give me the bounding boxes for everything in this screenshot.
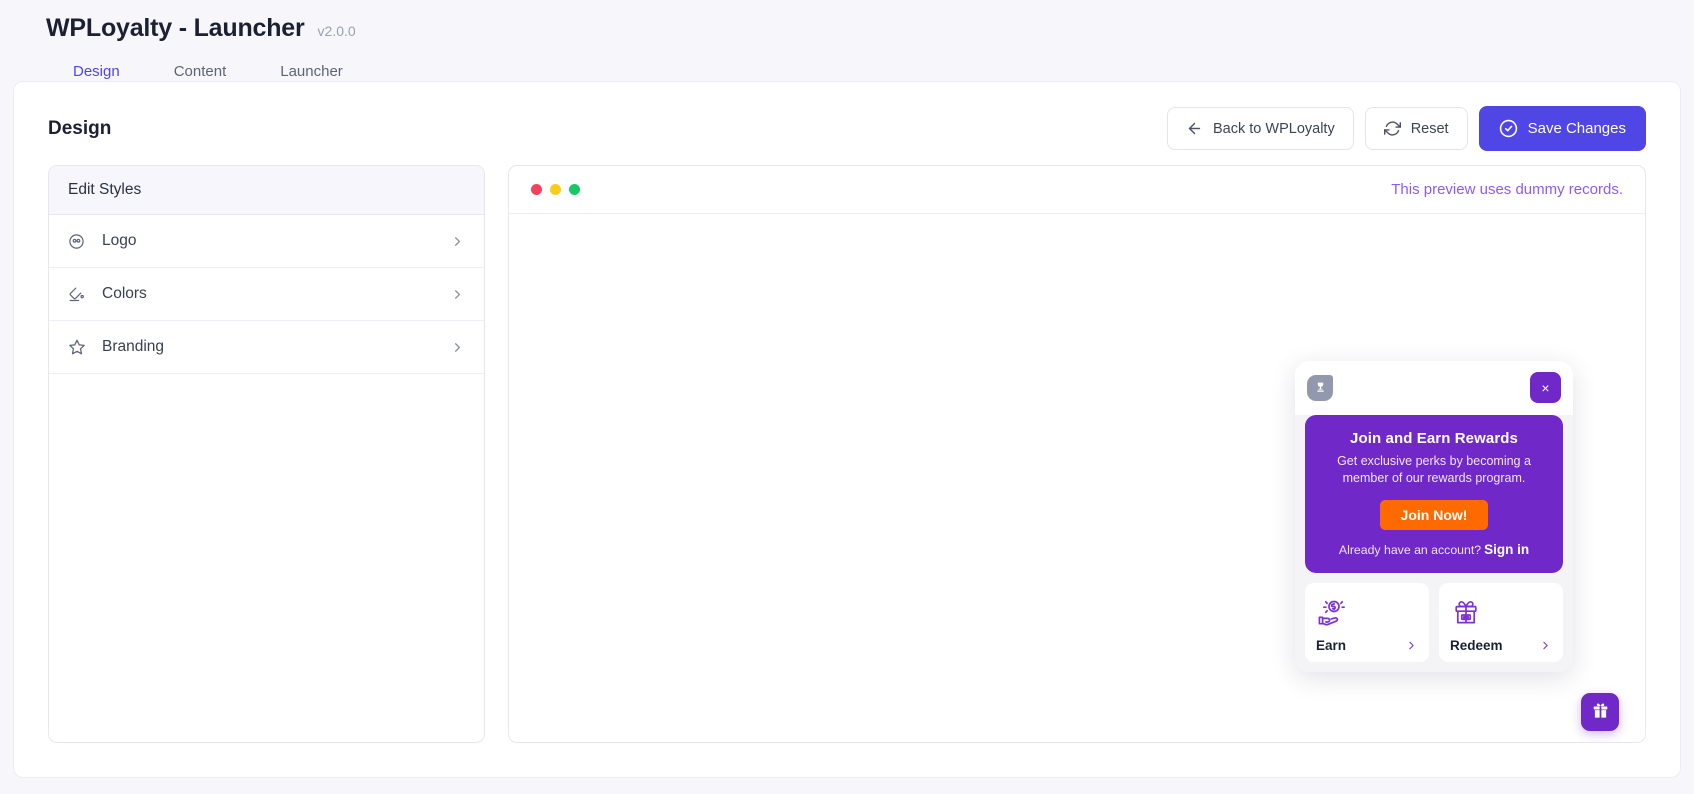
body-row: Edit Styles Logo Colors Branding This pr… bbox=[14, 151, 1680, 743]
already-have-account-label: Already have an account? bbox=[1338, 543, 1482, 557]
launcher-widget: × Join and Earn Rewards Get exclusive pe… bbox=[1295, 361, 1573, 672]
toolbar: Back to WPLoyalty Reset Save Changes bbox=[1167, 106, 1646, 151]
widget-tiles: Earn Redeem bbox=[1305, 583, 1563, 662]
chevron-right-icon bbox=[450, 340, 465, 355]
tile-label: Redeem bbox=[1450, 638, 1503, 653]
chevron-right-icon bbox=[1539, 639, 1552, 652]
hand-coin-icon bbox=[1316, 594, 1418, 632]
edit-styles-panel: Edit Styles Logo Colors Branding bbox=[48, 165, 485, 743]
sidebar-item-colors[interactable]: Colors bbox=[49, 268, 484, 321]
page-title: WPLoyalty - Launcher bbox=[46, 14, 305, 42]
paint-bucket-icon bbox=[68, 286, 90, 303]
join-now-button[interactable]: Join Now! bbox=[1380, 500, 1488, 530]
sign-in-link[interactable]: Sign in bbox=[1484, 542, 1529, 557]
chevron-right-icon bbox=[450, 234, 465, 249]
window-maximize-dot bbox=[569, 184, 580, 195]
sidebar-item-logo[interactable]: Logo bbox=[49, 215, 484, 268]
chevron-right-icon bbox=[1405, 639, 1418, 652]
star-icon bbox=[68, 338, 90, 356]
version-label: v2.0.0 bbox=[317, 23, 356, 39]
join-card-description: Get exclusive perks by becoming a member… bbox=[1337, 454, 1531, 486]
chevron-right-icon bbox=[450, 287, 465, 302]
widget-close-button[interactable]: × bbox=[1530, 372, 1561, 404]
arrow-left-icon bbox=[1186, 120, 1203, 137]
widget-header: × bbox=[1295, 361, 1573, 416]
reset-button-label: Reset bbox=[1410, 120, 1449, 137]
redeem-tile-footer: Redeem bbox=[1450, 638, 1552, 653]
gift-icon bbox=[1591, 701, 1610, 723]
check-circle-icon bbox=[1499, 119, 1518, 138]
logo-icon bbox=[68, 233, 90, 250]
sidebar-item-label: Logo bbox=[102, 232, 137, 249]
section-title: Design bbox=[48, 117, 112, 139]
preview-panel: This preview uses dummy records. × Join … bbox=[508, 165, 1646, 743]
reset-button[interactable]: Reset bbox=[1364, 107, 1468, 150]
back-to-wployalty-button[interactable]: Back to WPLoyalty bbox=[1167, 107, 1354, 150]
preview-titlebar: This preview uses dummy records. bbox=[509, 166, 1645, 214]
title-row: WPLoyalty - Launcher v2.0.0 bbox=[46, 14, 1694, 43]
sidebar-item-label: Branding bbox=[102, 338, 165, 355]
main-panel: Design Back to WPLoyalty Reset Save Chan… bbox=[13, 81, 1681, 778]
window-dots bbox=[531, 184, 580, 195]
earn-tile[interactable]: Earn bbox=[1305, 583, 1429, 662]
window-close-dot bbox=[531, 184, 542, 195]
sidebar-item-label: Colors bbox=[102, 285, 147, 302]
save-changes-button[interactable]: Save Changes bbox=[1478, 106, 1646, 151]
edit-styles-heading: Edit Styles bbox=[49, 166, 484, 215]
preview-note: This preview uses dummy records. bbox=[1391, 181, 1623, 198]
launcher-fab-button[interactable] bbox=[1581, 693, 1619, 731]
sidebar-item-branding[interactable]: Branding bbox=[49, 321, 484, 374]
refresh-icon bbox=[1383, 120, 1401, 137]
join-card-title: Join and Earn Rewards bbox=[1350, 430, 1518, 448]
redeem-tile[interactable]: Redeem bbox=[1439, 583, 1563, 662]
preview-stage: × Join and Earn Rewards Get exclusive pe… bbox=[509, 214, 1645, 742]
save-button-label: Save Changes bbox=[1527, 120, 1626, 137]
tile-label: Earn bbox=[1316, 638, 1347, 653]
window-minimize-dot bbox=[550, 184, 561, 195]
app-header: WPLoyalty - Launcher v2.0.0 Design Conte… bbox=[0, 0, 1694, 92]
join-card: Join and Earn Rewards Get exclusive perk… bbox=[1305, 415, 1563, 573]
page-header: Design Back to WPLoyalty Reset Save Chan… bbox=[14, 82, 1680, 151]
back-button-label: Back to WPLoyalty bbox=[1213, 120, 1335, 137]
earn-tile-footer: Earn bbox=[1316, 638, 1418, 653]
join-card-footer: Already have an account? Sign in bbox=[1319, 542, 1549, 557]
gift-icon bbox=[1450, 594, 1552, 632]
brand-trophy-icon bbox=[1307, 374, 1333, 401]
